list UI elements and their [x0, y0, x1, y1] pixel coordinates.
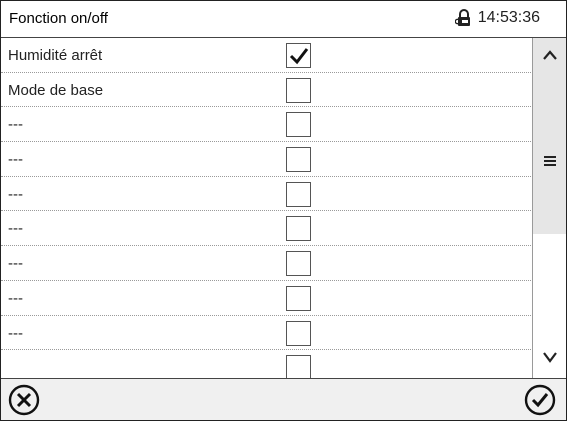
scroll-down-button[interactable]	[533, 338, 566, 378]
checkbox[interactable]	[286, 355, 311, 378]
confirm-button[interactable]	[523, 383, 557, 417]
list-item: ---	[1, 281, 531, 316]
checkbox[interactable]	[286, 147, 311, 173]
chevron-up-icon	[543, 50, 557, 60]
list-item: ---	[1, 142, 531, 177]
list-item-label: Mode de base	[8, 81, 104, 99]
status-area: 14:53:36	[454, 9, 540, 27]
list-item: ---	[1, 246, 531, 281]
clock-time: 14:53:36	[477, 9, 540, 26]
list-item-label: ---	[8, 151, 23, 169]
list-item-label: ---	[8, 289, 23, 307]
checkbox[interactable]	[286, 216, 311, 242]
checkbox[interactable]	[286, 43, 311, 68]
cancel-button[interactable]	[7, 383, 41, 417]
chevron-down-icon	[543, 352, 557, 363]
list-item-label: Humidité arrêt	[8, 47, 103, 64]
list-item: ---	[1, 177, 531, 212]
list-item: Mode de base	[1, 73, 531, 108]
scrollbar[interactable]	[532, 38, 566, 378]
list-item: ---	[1, 211, 531, 247]
list-item-label: ---	[8, 185, 23, 203]
menu-lines-icon	[544, 156, 556, 166]
checkbox[interactable]	[286, 285, 311, 311]
screen: Fonction on/off 14:53:36 Humidité arrêt M…	[0, 0, 567, 421]
list-item-label: ---	[8, 116, 23, 134]
circle-x-icon	[8, 384, 40, 416]
header-bar: Fonction on/off 14:53:36	[1, 1, 566, 38]
scroll-up-button[interactable]	[533, 38, 566, 74]
circle-check-icon	[524, 384, 556, 416]
checkbox[interactable]	[286, 320, 311, 346]
list-item-label: ---	[8, 324, 23, 342]
checkbox[interactable]	[286, 112, 311, 138]
page-title: Fonction on/off	[9, 10, 108, 27]
checkbox[interactable]	[286, 251, 311, 277]
footer-bar	[1, 378, 566, 420]
checkbox[interactable]	[286, 181, 311, 207]
list-item: ---	[1, 316, 531, 351]
function-list: Humidité arrêt Mode de base --- --- --- --- --…	[1, 38, 531, 378]
list-item-label: ---	[8, 255, 23, 273]
list-item-label: ---	[8, 220, 23, 238]
checkmark-icon	[289, 48, 309, 65]
list-item: Humidité arrêt	[1, 38, 531, 73]
padlock-key-icon	[454, 9, 473, 27]
scroll-thumb[interactable]	[533, 74, 566, 234]
list-item	[1, 350, 531, 378]
checkbox[interactable]	[286, 77, 311, 103]
list-item: ---	[1, 107, 531, 143]
